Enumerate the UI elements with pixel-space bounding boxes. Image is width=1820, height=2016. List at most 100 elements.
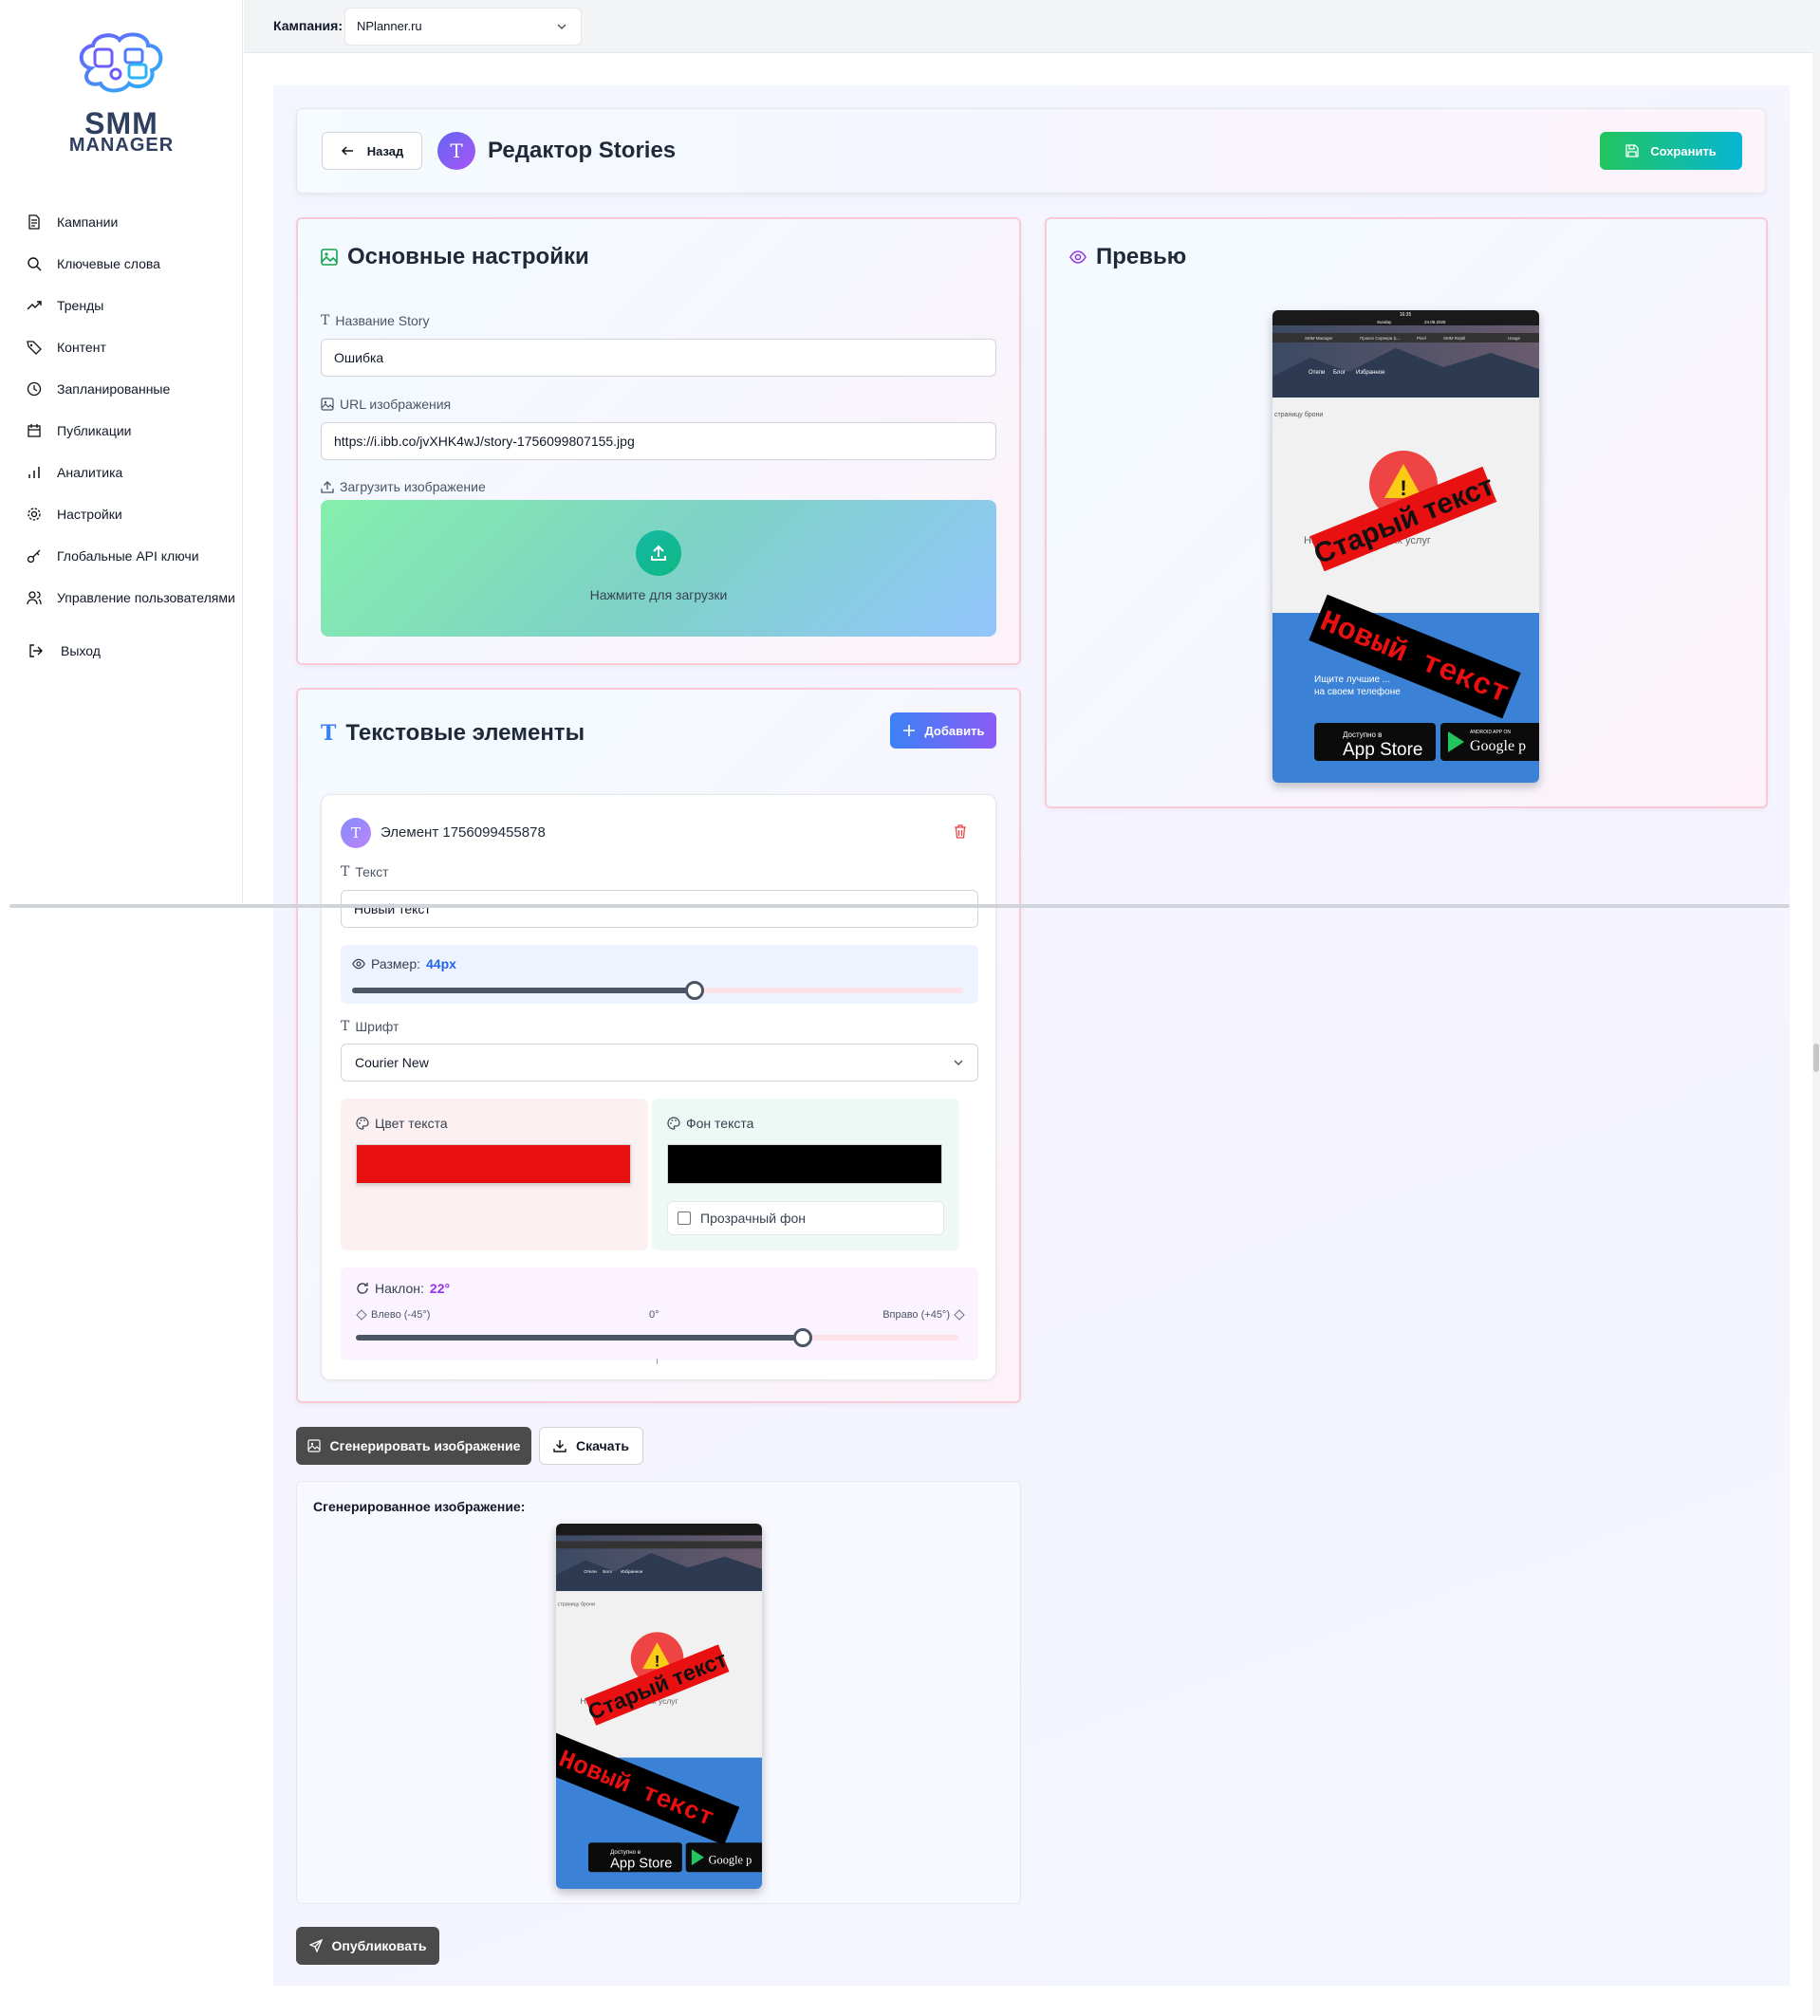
scrollbar-thumb[interactable] [1813,1044,1819,1072]
sidebar-item-users[interactable]: Управление пользователями [27,577,243,619]
sidebar-item-campaigns[interactable]: Кампании [27,201,243,243]
sidebar-item-trends[interactable]: Тренды [27,285,243,326]
preview-banner-line: Ищите лучшие ... [1314,675,1390,685]
publish-button[interactable]: Опубликовать [296,1927,439,1965]
sidebar-item-analytics[interactable]: Аналитика [27,452,243,493]
sidebar-item-content[interactable]: Контент [27,326,243,368]
font-select[interactable]: Courier New [341,1044,978,1082]
sidebar-item-label: Публикации [57,423,132,438]
add-element-label: Добавить [924,723,985,738]
basic-settings-title-text: Основные настройки [347,244,589,269]
bg-color-box: Фон текста Прозрачный фон [652,1099,959,1250]
transparent-bg-checkbox[interactable] [678,1211,691,1225]
trash-icon[interactable] [954,823,967,839]
text-color-swatch[interactable] [356,1144,631,1184]
image-icon [321,398,334,411]
save-button[interactable]: Сохранить [1600,132,1742,170]
text-color-label-text: Цвет текста [375,1116,448,1131]
campaign-select[interactable]: NPlanner.ru [344,8,582,46]
text-elements-title-text: Текстовые элементы [345,720,585,746]
logout-icon [29,644,43,657]
preview-google-small: ANDROID APP ON [1470,730,1511,735]
tilt-control: Наклон: 22° Влево (-45°) 0° Вправо (+45°… [341,1267,978,1364]
svg-text:!: ! [655,1653,660,1671]
generated-appstore-small: Доступно в [610,1849,641,1856]
element-text-label-text: Текст [355,864,389,879]
download-label: Скачать [576,1438,629,1453]
generated-image-card: Сгенерированное изображение: Отели Блог … [296,1481,1021,1904]
send-icon [308,1939,323,1952]
generated-image-label: Сгенерированное изображение: [313,1499,526,1514]
upload-dropzone[interactable]: Нажмите для загрузки [321,500,996,637]
font-label: T Шрифт [341,1019,399,1034]
size-control: Размер: 44px [341,945,978,1004]
sidebar-item-label: Тренды [57,298,104,313]
preview-title-text: Превью [1096,244,1187,269]
preview-title: Превью [1069,244,1186,270]
sidebar-item-scheduled[interactable]: Запланированные [27,368,243,410]
tilt-slider[interactable] [356,1328,959,1347]
upload-icon [651,545,666,561]
text-type-icon: T [321,721,337,746]
app-logo[interactable]: SMM MANAGER [68,30,175,156]
basic-settings-card: Основные настройки T Название Story Ошиб… [296,217,1021,665]
sidebar-item-label: Ключевые слова [57,256,160,271]
generated-nav-item: Блог [603,1569,612,1574]
generated-image: Отели Блог Избранное страницу брони ! Не… [556,1524,762,1889]
diamond-icon [954,1309,965,1321]
preview-status-time: 16:35 [1400,312,1412,318]
element-text-input[interactable]: Новый текст [341,890,978,928]
diamond-icon [356,1309,367,1321]
screenshot-seam [9,904,1790,908]
back-button-label: Назад [366,143,404,158]
generated-breadcrumb: страницу брони [558,1602,595,1608]
tag-icon [27,341,42,355]
upload-icon [321,481,334,493]
sidebar-item-publications[interactable]: Публикации [27,410,243,452]
preview-tab: Usage [1508,336,1521,341]
download-icon [553,1440,566,1452]
text-type-icon: T [321,313,330,328]
transparent-bg-toggle[interactable]: Прозрачный фон [667,1201,944,1235]
size-slider[interactable] [352,981,963,1002]
sidebar-item-label: Управление пользователями [57,590,235,605]
sidebar-item-keywords[interactable]: Ключевые слова [27,243,243,285]
story-name-label-text: Название Story [335,313,430,328]
basic-settings-title: Основные настройки [321,244,589,270]
preview-status-date: 24.08.2025 [1424,320,1446,324]
save-icon [1625,144,1639,157]
logout-label: Выход [61,643,101,658]
page-scrollbar[interactable] [1812,0,1820,2016]
tilt-value: 22° [429,1281,451,1296]
tilt-slider-fill [356,1335,803,1341]
bg-color-swatch[interactable] [667,1144,942,1184]
tilt-slider-thumb[interactable] [792,1328,812,1347]
add-element-button[interactable]: Добавить [890,712,996,749]
tilt-center-marker: 0° [649,1309,659,1321]
logout-button[interactable]: Выход [28,643,101,658]
preview-nav-item: Избранное [1356,370,1385,376]
upload-image-label-text: Загрузить изображение [340,479,486,494]
size-label: Размер: 44px [352,956,456,971]
generated-nav-item: Избранное [621,1569,643,1574]
size-value: 44px [426,956,456,971]
back-button[interactable]: Назад [322,132,422,170]
generate-image-button[interactable]: Сгенерировать изображение [296,1427,531,1465]
logo-subtitle: MANAGER [68,135,175,156]
story-name-input[interactable]: Ошибка [321,339,996,377]
bar-chart-icon [28,467,40,478]
gear-icon [28,508,41,521]
calendar-icon [28,424,41,437]
eye-icon [1069,250,1086,264]
download-button[interactable]: Скачать [539,1427,643,1465]
image-url-input[interactable]: https://i.ibb.co/jvXHK4wJ/story-17560998… [321,422,996,460]
sidebar-item-label: Кампании [57,214,119,230]
image-icon [321,249,338,266]
size-slider-thumb[interactable] [684,981,704,1000]
element-title: Элемент 1756099455878 [381,824,546,841]
sidebar-item-api-keys[interactable]: Глобальные API ключи [27,535,243,577]
chevron-down-icon [557,24,566,30]
sidebar-item-label: Аналитика [57,465,123,480]
sidebar-item-settings[interactable]: Настройки [27,493,243,535]
bg-color-label: Фон текста [667,1116,753,1131]
